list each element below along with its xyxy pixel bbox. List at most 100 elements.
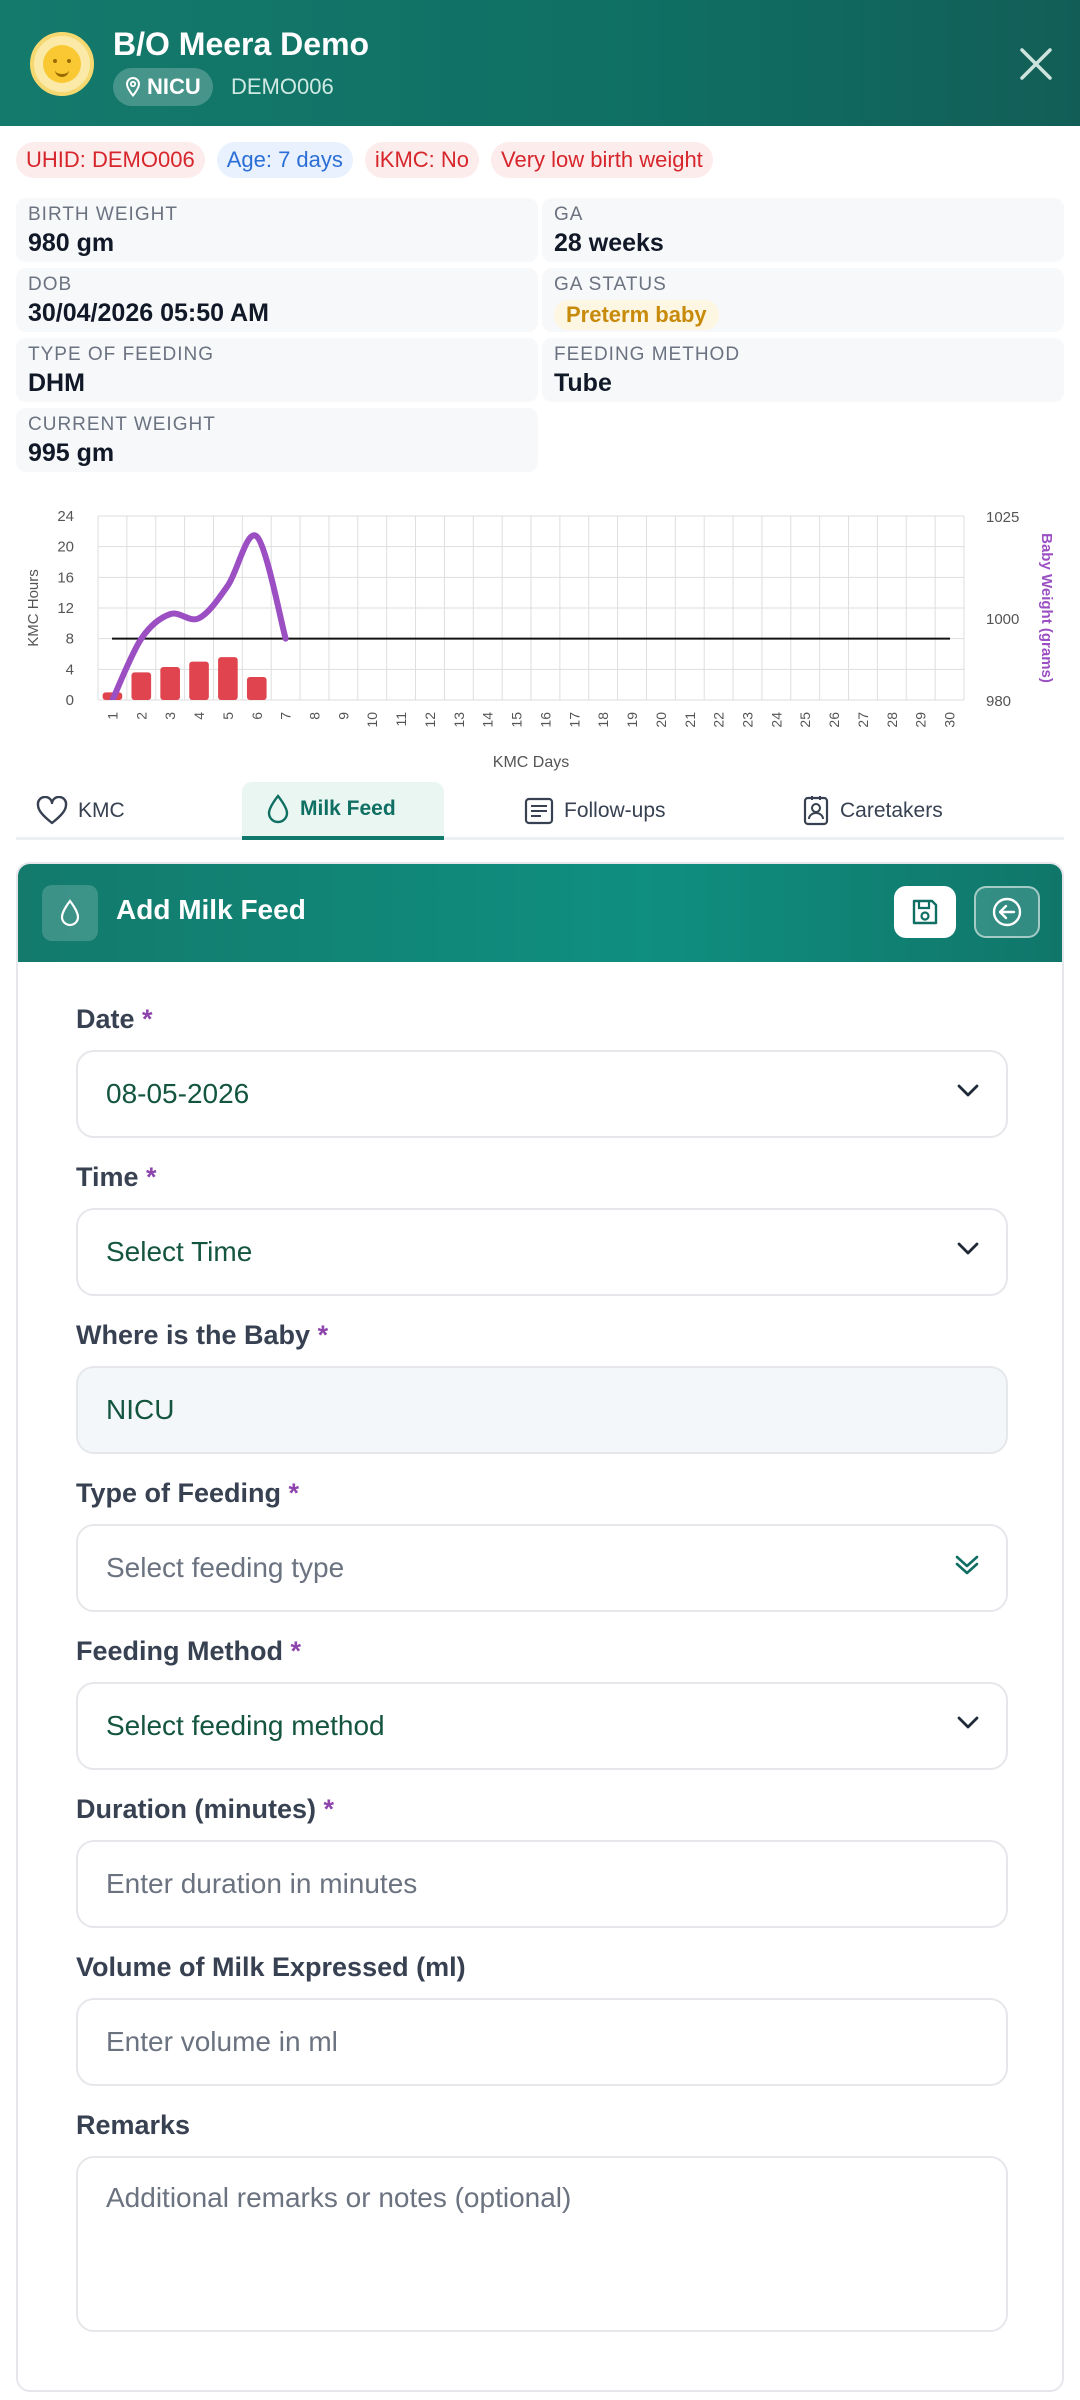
info-label: TYPE OF FEEDING [28,344,215,365]
date-select[interactable]: 08-05-2026 [76,1050,1008,1138]
kmc-hours-bar [189,661,209,700]
info-type-of-feeding: TYPE OF FEEDING DHM [16,338,538,402]
volume-input[interactable]: Enter volume in ml [76,1998,1008,2086]
time-select[interactable]: Select Time [76,1208,1008,1296]
birth-weight-category-badge: Very low birth weight [491,142,713,178]
y-tick-label: 24 [57,508,74,525]
chevron-down-icon [957,1242,979,1255]
patient-header: B/O Meera Demo NICU DEMO006 [0,0,1080,126]
close-button[interactable] [1014,42,1058,86]
x-tick-label: 13 [451,712,467,728]
location-badge: NICU [113,68,213,106]
ikmc-badge: iKMC: No [364,142,480,178]
duration-input[interactable]: Enter duration in minutes [76,1840,1008,1928]
double-chevron-down-icon [955,1555,979,1575]
label-text: Volume of Milk Expressed (ml) [76,1952,466,1982]
kmc-hours-bar [131,672,152,700]
info-dob: DOB 30/04/2026 05:50 AM [16,268,538,332]
info-value: Tube [554,369,612,397]
droplet-icon [267,794,289,824]
list-icon [524,797,554,825]
volume-label: Volume of Milk Expressed (ml) [76,1952,466,1983]
required-mark: * [146,1162,157,1192]
x-tick-label: 26 [826,712,842,728]
info-empty-cell [542,408,1064,472]
x-tick-label: 7 [278,712,294,720]
label-text: Remarks [76,2110,191,2140]
location-field[interactable]: NICU [76,1366,1008,1454]
time-value: Select Time [106,1236,253,1267]
duration-placeholder: Enter duration in minutes [106,1868,418,1899]
chevron-down-icon [957,1084,979,1097]
card-title: Add Milk Feed [116,894,306,925]
x-tick-label: 4 [191,712,207,720]
x-tick-label: 25 [797,712,813,728]
feeding-method-select[interactable]: Select feeding method [76,1682,1008,1770]
x-tick-label: 22 [711,712,727,728]
info-label: FEEDING METHOD [554,344,741,365]
tab-label: KMC [78,799,125,822]
info-value: 980 gm [28,229,115,257]
tab-label: Follow-ups [564,799,666,822]
tab-bar: KMC Milk Feed Follow-ups Caretakers [16,782,1064,840]
back-button[interactable] [974,886,1040,938]
location-value: NICU [106,1394,175,1425]
label-text: Feeding Method [76,1636,283,1666]
back-arrow-icon [992,897,1022,927]
x-tick-label: 30 [942,712,958,728]
feeding-method-label: Feeding Method * [76,1636,301,1667]
heart-icon [36,796,68,825]
x-tick-label: 9 [335,712,351,720]
x-tick-label: 29 [913,712,929,728]
required-mark: * [142,1004,153,1034]
map-pin-icon [125,77,141,97]
required-mark: * [288,1478,300,1508]
tab-kmc[interactable]: KMC [36,782,125,840]
x-tick-label: 23 [740,712,756,728]
tab-caretakers[interactable]: Caretakers [802,782,943,840]
info-feeding-method: FEEDING METHOD Tube [542,338,1064,402]
y2-tick-label: 1025 [986,509,1019,526]
x-tick-label: 11 [393,712,409,727]
close-icon [1020,48,1052,80]
save-button[interactable] [894,886,956,938]
tab-milk-feed[interactable]: Milk Feed [242,782,444,840]
kmc-hours-bar [218,657,238,700]
info-value: DHM [28,369,85,397]
x-tick-label: 8 [307,712,323,720]
patient-info-grid: BIRTH WEIGHT 980 gm GA 28 weeks DOB 30/0… [16,198,1064,472]
label-text: Date [76,1004,135,1034]
info-label: GA [554,204,584,225]
info-label: GA STATUS [554,274,667,295]
remarks-textarea[interactable]: Additional remarks or notes (optional) [76,2156,1008,2332]
y-tick-label: 0 [66,692,74,709]
tab-label: Milk Feed [300,797,396,820]
tab-follow-ups[interactable]: Follow-ups [524,782,666,840]
patient-code: DEMO006 [231,74,334,99]
x-tick-label: 2 [133,712,149,720]
x-tick-label: 10 [364,712,380,728]
feeding-type-placeholder: Select feeding type [106,1552,345,1583]
kmc-hours-bar [246,677,267,700]
remarks-placeholder: Additional remarks or notes (optional) [106,2182,572,2213]
x-tick-label: 12 [422,712,438,728]
chevron-down-icon [957,1716,979,1729]
label-text: Type of Feeding [76,1478,282,1508]
feeding-type-label: Type of Feeding * [76,1478,299,1509]
age-badge: Age: 7 days [216,142,353,178]
feeding-type-select[interactable]: Select feeding type [76,1524,1008,1612]
info-label: CURRENT WEIGHT [28,414,216,435]
x-tick-label: 17 [566,712,582,728]
label-text: Duration (minutes) [76,1794,316,1824]
y-tick-label: 16 [57,569,74,586]
x-axis-title: KMC Days [493,754,569,771]
kmc-chart: 04812162024980100010251 2 3 4 5 6 7 8 9 10 11 12 13 1… [25,508,1055,771]
kmc-hours-bar [160,667,180,700]
info-value: 28 weeks [554,229,664,257]
required-mark: * [290,1636,302,1666]
card-header: Add Milk Feed [18,864,1062,962]
y-tick-label: 20 [57,539,74,556]
ga-status-pill: Preterm baby [554,300,719,330]
add-milk-feed-card: Add Milk Feed Date * 08-05-2026 Time * S… [16,862,1064,2392]
info-value: 30/04/2026 05:50 AM [28,299,269,327]
